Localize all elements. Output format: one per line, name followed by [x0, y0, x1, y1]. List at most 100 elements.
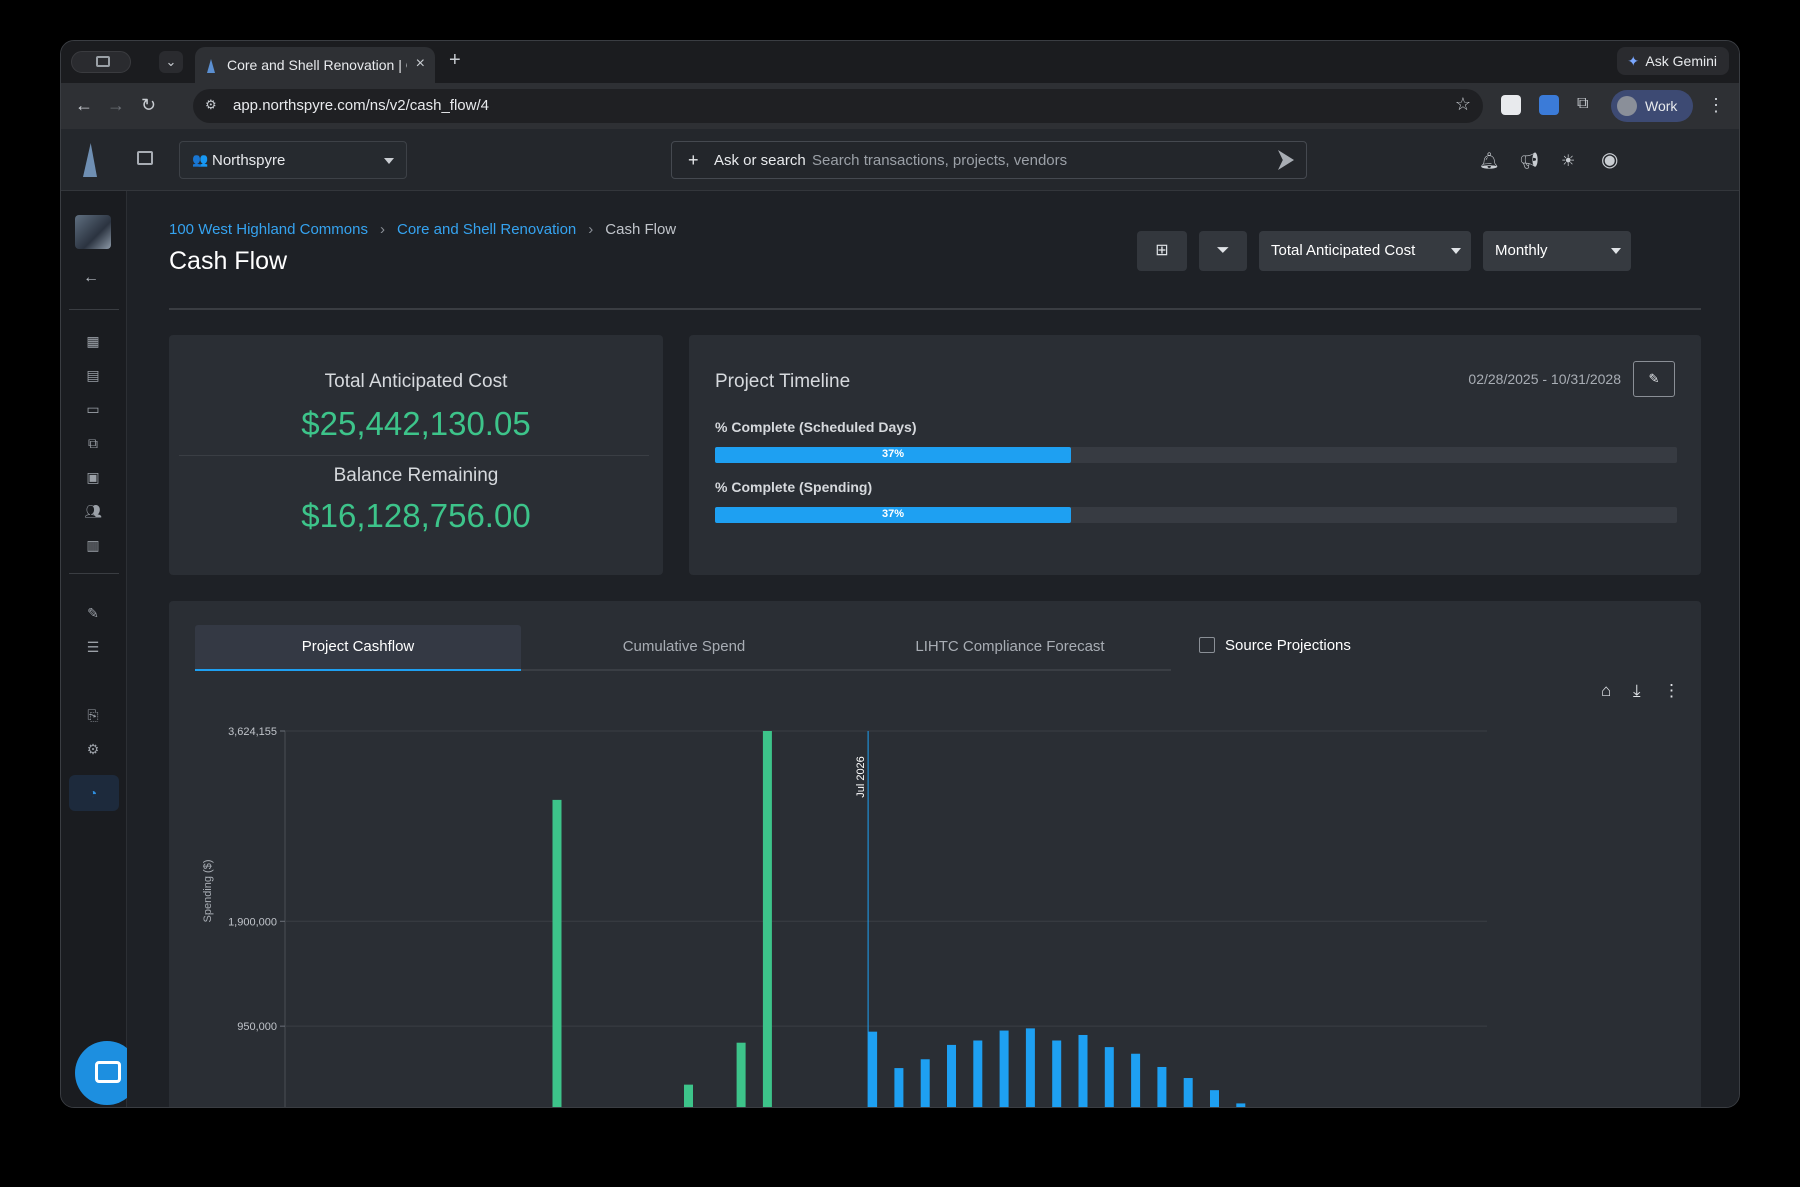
- ask-gemini-button[interactable]: ✦ Ask Gemini: [1617, 47, 1729, 75]
- document-icon[interactable]: ▤: [83, 365, 103, 385]
- scheduled-progress-fill: 37%: [715, 447, 1071, 463]
- search-placeholder: Search transactions, projects, vendors: [812, 152, 1068, 169]
- tab-list-button[interactable]: ⌄: [159, 51, 183, 73]
- chart-tabs: Project Cashflow Cumulative Spend LIHTC …: [195, 625, 1171, 671]
- bookmark-star-icon[interactable]: ☆: [1455, 94, 1471, 115]
- table-view-button[interactable]: ⊞: [1137, 231, 1187, 271]
- table-icon: ⊞: [1155, 242, 1169, 259]
- period-value: Monthly: [1495, 242, 1548, 259]
- announcements-icon[interactable]: 📢︎: [1519, 151, 1539, 171]
- reports-icon[interactable]: ⎘: [83, 705, 103, 725]
- balance-value: $16,128,756.00: [301, 497, 531, 534]
- cashflow-bar-chart: 3,624,155 1,900,000 950,000 Spending ($) Jul…: [202, 726, 1487, 1107]
- settings-gear-icon[interactable]: ⚙: [83, 739, 103, 759]
- invoices-icon[interactable]: ⧉: [83, 433, 103, 453]
- reset-zoom-home-icon[interactable]: ⌂: [1601, 681, 1611, 701]
- projected-spend-bar: [1236, 1103, 1246, 1107]
- chevron-down-icon: ⌄: [165, 54, 177, 69]
- search-prefix: Ask or search: [714, 152, 806, 169]
- close-tab-icon[interactable]: ×: [416, 55, 425, 73]
- chart-menu-icon[interactable]: ⋮: [1663, 681, 1680, 701]
- page-title: Cash Flow: [169, 247, 288, 275]
- reload-icon[interactable]: ↻: [141, 95, 156, 116]
- spending-progress-label: % Complete (Spending): [715, 479, 873, 495]
- download-chart-icon[interactable]: ⤓: [1633, 681, 1641, 701]
- edit-timeline-button[interactable]: ✎: [1633, 361, 1675, 397]
- projected-spend-bar: [1025, 1028, 1035, 1107]
- browser-menu-icon[interactable]: ⋮: [1707, 95, 1725, 116]
- dashboard-grid-icon[interactable]: ▦: [83, 331, 103, 351]
- timeline-dates: 02/28/2025 - 10/31/2028: [1468, 371, 1621, 387]
- projected-spend-bar: [1131, 1053, 1141, 1107]
- sidebar-divider: [69, 573, 119, 574]
- inbox-icon[interactable]: ▭: [83, 399, 103, 419]
- caret-down-icon: [1451, 248, 1461, 254]
- breadcrumb: 100 West Highland Commons › Core and Shell…: [169, 221, 676, 238]
- grammarly-extension-icon[interactable]: [1501, 95, 1521, 115]
- northspyre-logo-icon[interactable]: [83, 143, 97, 177]
- source-projections-checkbox[interactable]: [1199, 637, 1215, 653]
- users-icon: 👥: [192, 152, 209, 167]
- y-tick-label: 3,624,155: [228, 726, 277, 738]
- tab-project-cashflow[interactable]: Project Cashflow: [195, 625, 521, 671]
- organization-select[interactable]: 👥 Northspyre: [179, 141, 407, 179]
- theme-sun-icon[interactable]: ☀: [1561, 151, 1575, 171]
- cash-flow-chart-icon[interactable]: ◔: [83, 783, 103, 803]
- site-settings-icon[interactable]: ⚙: [205, 97, 221, 113]
- global-search-input[interactable]: + Ask or search Search transactions, pro…: [671, 141, 1307, 179]
- sidebar-toggle-icon[interactable]: [137, 151, 153, 165]
- project-thumbnail[interactable]: [75, 215, 111, 249]
- new-tab-button[interactable]: +: [449, 49, 461, 72]
- bell-icon[interactable]: 🔔︎: [1479, 151, 1499, 171]
- northspyre-favicon-icon: [207, 59, 215, 73]
- chevron-right-icon: ›: [379, 221, 385, 238]
- contacts-icon[interactable]: 👥︎: [83, 501, 103, 521]
- projected-spend-bar: [999, 1030, 1009, 1107]
- ai-assist-icon[interactable]: [1278, 150, 1294, 170]
- archive-icon[interactable]: ▣: [83, 467, 103, 487]
- tab-cumulative-spend[interactable]: Cumulative Spend: [521, 625, 847, 669]
- chevron-right-icon: ›: [588, 221, 594, 238]
- back-arrow-icon[interactable]: ←: [75, 95, 93, 116]
- browser-tab[interactable]: Core and Shell Renovation | Cash Flow ×: [195, 47, 435, 83]
- organization-name: Northspyre: [212, 152, 286, 169]
- y-tick-label: 950,000: [237, 1021, 277, 1033]
- list-icon[interactable]: ☰: [83, 637, 103, 657]
- ask-gemini-label: Ask Gemini: [1645, 53, 1717, 69]
- tab-search-button[interactable]: [71, 51, 131, 73]
- tools-icon[interactable]: ✎: [83, 603, 103, 623]
- tab-lihtc-compliance[interactable]: LIHTC Compliance Forecast: [847, 625, 1173, 669]
- url-text: app.northspyre.com/ns/v2/cash_flow/4: [233, 97, 489, 114]
- extension-icon[interactable]: [1539, 95, 1559, 115]
- breadcrumb-link-project[interactable]: Core and Shell Renovation: [397, 221, 576, 238]
- forward-arrow-icon[interactable]: →: [107, 95, 125, 116]
- breadcrumb-link-property[interactable]: 100 West Highland Commons: [169, 221, 368, 238]
- calendar-icon[interactable]: ▥: [83, 535, 103, 555]
- projected-spend-bar: [1157, 1066, 1167, 1107]
- profile-button[interactable]: Work: [1611, 90, 1693, 122]
- period-select[interactable]: Monthly: [1483, 231, 1631, 271]
- cashflow-chart-card: Project Cashflow Cumulative Spend LIHTC …: [169, 601, 1701, 1107]
- back-arrow-icon[interactable]: ←: [83, 269, 99, 287]
- chat-bubble-icon: [95, 1061, 121, 1083]
- scheduled-progress-text: 37%: [881, 448, 904, 460]
- main-content: 100 West Highland Commons › Core and Shell…: [127, 191, 1739, 1107]
- browser-window: ⌄ Core and Shell Renovation | Cash Flow …: [60, 40, 1740, 1108]
- left-sidebar: ← ▦ ▤ ▭ ⧉ ▣ 👥︎ ▥ ✎ ☰ ◔ ⎘ ⚙ ⋮⋮ →|: [61, 191, 174, 1107]
- edit-icon: ✎: [1648, 371, 1660, 386]
- spending-progress-bar: 37%: [715, 507, 1677, 523]
- card-divider: [179, 455, 649, 456]
- cost-type-select[interactable]: Total Anticipated Cost: [1259, 231, 1471, 271]
- account-icon[interactable]: ◉: [1601, 147, 1618, 172]
- timeline-title: Project Timeline: [715, 371, 851, 392]
- profile-label: Work: [1645, 98, 1678, 114]
- projected-spend-bar: [894, 1068, 904, 1107]
- total-cost-value: $25,442,130.05: [301, 405, 531, 442]
- projected-spend-bar: [947, 1044, 956, 1107]
- profile-avatar-icon: [1617, 96, 1637, 116]
- filter-button[interactable]: ⏷: [1199, 231, 1247, 271]
- caret-down-icon: [1611, 248, 1621, 254]
- spending-progress-fill: 37%: [715, 507, 1071, 523]
- url-field[interactable]: ⚙ app.northspyre.com/ns/v2/cash_flow/4 ☆: [193, 89, 1483, 123]
- extensions-puzzle-icon[interactable]: ⧉: [1577, 95, 1588, 113]
